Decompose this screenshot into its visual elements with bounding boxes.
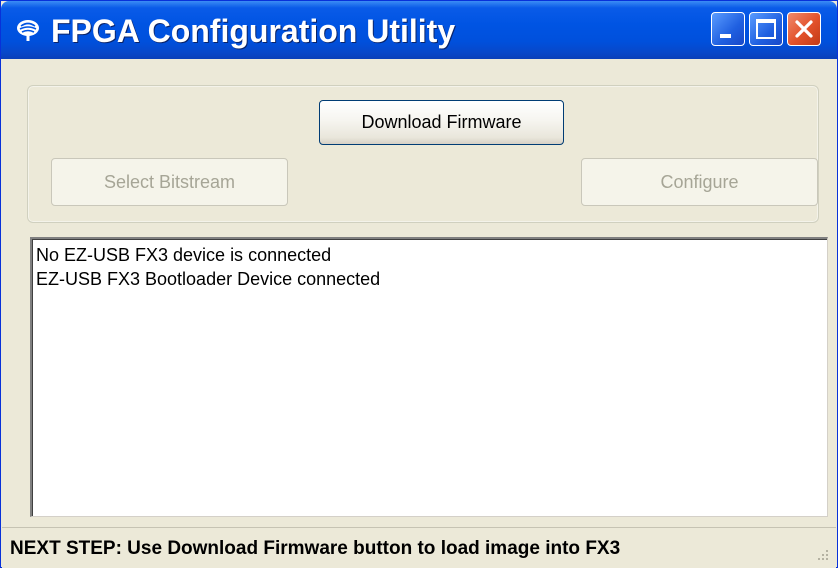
minimize-icon — [720, 34, 731, 38]
maximize-icon — [756, 19, 776, 39]
cypress-tree-icon — [15, 18, 41, 42]
select-bitstream-button[interactable]: Select Bitstream — [51, 158, 288, 206]
maximize-button[interactable] — [749, 12, 783, 46]
window-title: FPGA Configuration Utility — [51, 13, 456, 49]
download-firmware-button[interactable]: Download Firmware — [319, 100, 564, 145]
close-button[interactable] — [787, 12, 821, 46]
status-text: NEXT STEP: Use Download Firmware button … — [10, 538, 621, 559]
log-line: No EZ-USB FX3 device is connected — [36, 245, 332, 265]
log-line: EZ-USB FX3 Bootloader Device connected — [36, 269, 381, 289]
log-output[interactable]: No EZ-USB FX3 device is connected EZ-USB… — [30, 237, 828, 517]
resize-grip-icon[interactable] — [814, 546, 830, 562]
minimize-button[interactable] — [711, 12, 745, 46]
configure-button[interactable]: Configure — [581, 158, 818, 206]
title-bar[interactable]: FPGA Configuration Utility — [1, 1, 837, 59]
close-icon — [795, 20, 813, 38]
status-bar: NEXT STEP: Use Download Firmware button … — [2, 527, 836, 568]
main-window: FPGA Configuration Utility Download Firm… — [0, 0, 838, 568]
